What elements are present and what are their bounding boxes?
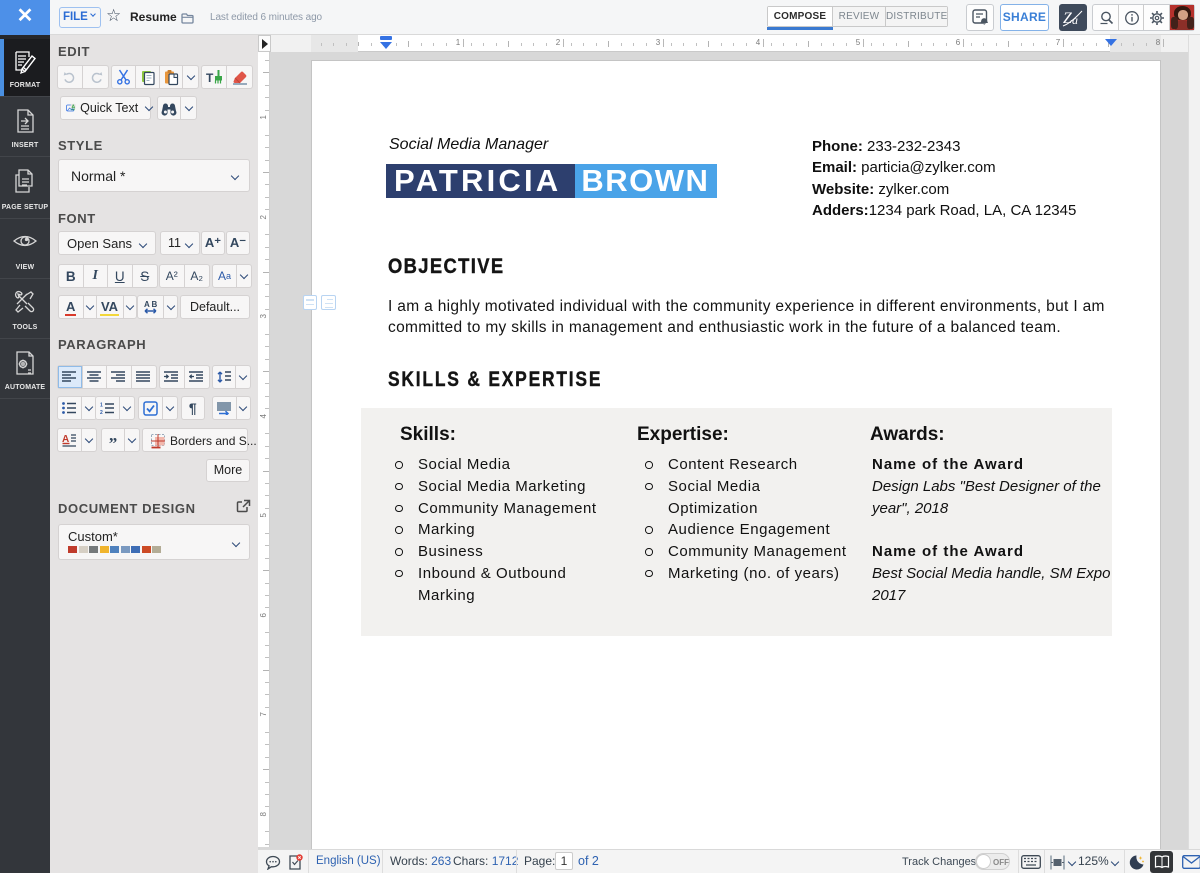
svg-text:T: T — [206, 71, 214, 85]
svg-text:B: B — [151, 300, 157, 309]
svg-text:1: 1 — [100, 403, 103, 409]
svg-text:A: A — [144, 300, 150, 309]
svg-text:2: 2 — [100, 410, 103, 414]
